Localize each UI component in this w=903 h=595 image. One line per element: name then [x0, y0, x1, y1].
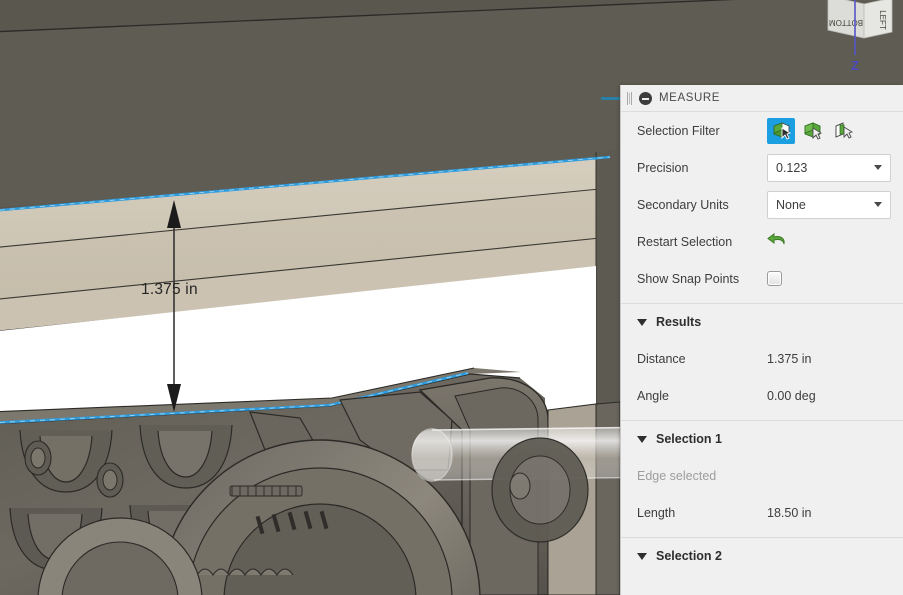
row-restart-selection: Restart Selection — [621, 223, 903, 260]
chevron-down-icon — [637, 435, 647, 443]
dimension-value-label: 1.375 in — [141, 281, 198, 298]
selection-1-status: Edge selected — [621, 457, 903, 494]
row-secondary-units: Secondary Units None — [621, 186, 903, 223]
panel-drag-handle-icon[interactable] — [627, 91, 634, 106]
row-show-snap-points: Show Snap Points — [621, 260, 903, 297]
selection-filter-label: Selection Filter — [637, 123, 720, 138]
cad-application-window: 1.375 in BOTTOM LEFT Z MEASURE Selection… — [0, 0, 903, 595]
show-snap-points-label: Show Snap Points — [637, 271, 740, 286]
section-header-results[interactable]: Results — [621, 304, 903, 340]
selection-filter-group — [767, 117, 857, 144]
selection-1-title: Selection 1 — [656, 432, 722, 446]
precision-value: 0.123 — [776, 160, 808, 175]
secondary-units-label: Secondary Units — [637, 197, 729, 212]
row-selection-filter: Selection Filter — [621, 112, 903, 149]
filter-face-icon[interactable] — [767, 117, 795, 144]
angle-key: Angle — [637, 388, 669, 403]
selection-1-row-length: Length 18.50 in — [621, 494, 903, 531]
distance-value: 1.375 in — [767, 351, 812, 366]
length-key: Length — [637, 505, 676, 520]
selection-1-status-text: Edge selected — [637, 468, 717, 483]
restart-arrow-icon[interactable] — [767, 232, 787, 252]
measure-panel-header[interactable]: MEASURE — [621, 85, 903, 112]
measure-panel-body: Selection Filter Precision 0.123 Seconda… — [621, 112, 903, 574]
measurement-leader-line — [601, 97, 620, 100]
section-header-selection-2[interactable]: Selection 2 — [621, 538, 903, 574]
angle-value: 0.00 deg — [767, 388, 816, 403]
precision-label: Precision — [637, 160, 689, 175]
secondary-units-dropdown[interactable]: None — [767, 190, 891, 219]
section-header-selection-1[interactable]: Selection 1 — [621, 421, 903, 457]
chevron-down-icon — [874, 202, 882, 207]
results-section-title: Results — [656, 315, 702, 329]
chevron-down-icon — [637, 552, 647, 560]
result-row-angle: Angle 0.00 deg — [621, 377, 903, 414]
measure-panel: MEASURE Selection Filter Precision 0.123… — [620, 85, 903, 595]
precision-dropdown[interactable]: 0.123 — [767, 153, 891, 182]
result-row-distance: Distance 1.375 in — [621, 340, 903, 377]
show-snap-points-checkbox[interactable] — [767, 271, 782, 286]
filter-edge-icon[interactable] — [829, 118, 857, 144]
length-value: 18.50 in — [767, 505, 812, 520]
filter-body-icon[interactable] — [798, 118, 826, 144]
collapse-circle-icon[interactable] — [639, 91, 652, 105]
chevron-down-icon — [637, 318, 647, 326]
row-precision: Precision 0.123 — [621, 149, 903, 186]
secondary-units-value: None — [776, 197, 806, 212]
chevron-down-icon — [874, 165, 882, 170]
distance-key: Distance — [637, 351, 686, 366]
selection-2-title: Selection 2 — [656, 549, 722, 563]
restart-selection-label: Restart Selection — [637, 234, 733, 249]
panel-title: MEASURE — [659, 92, 721, 104]
